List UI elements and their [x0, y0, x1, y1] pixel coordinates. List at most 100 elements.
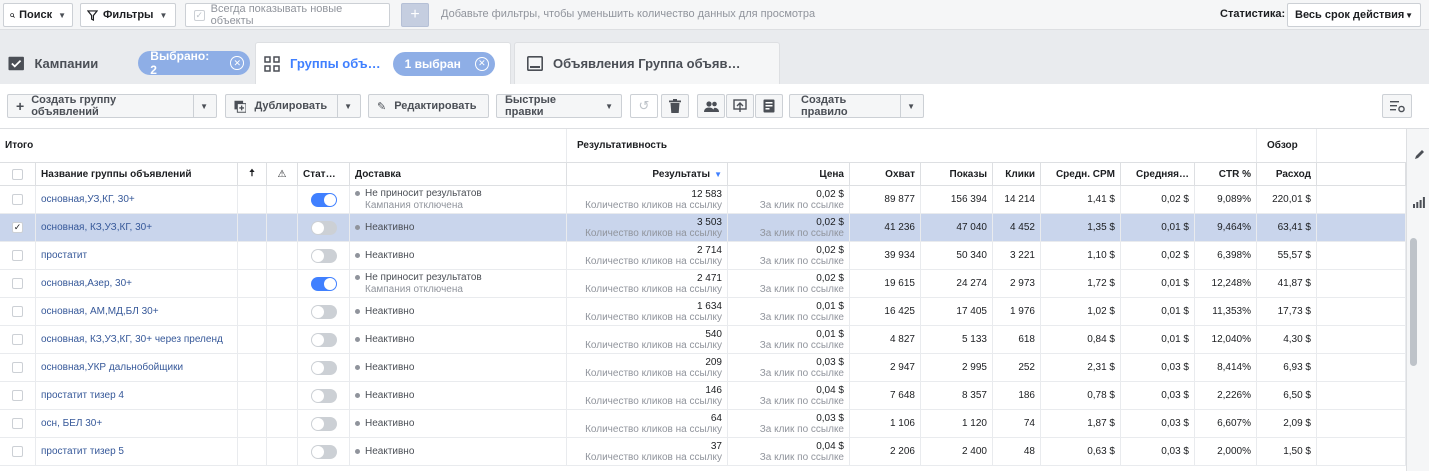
adset-name-link[interactable]: простатит — [41, 250, 87, 261]
status-toggle[interactable] — [310, 276, 337, 291]
vertical-scrollbar[interactable] — [1410, 238, 1417, 366]
col-delivery[interactable]: Доставка — [350, 163, 567, 185]
report-button[interactable] — [755, 94, 783, 118]
status-toggle[interactable] — [310, 444, 337, 459]
adset-name-link[interactable]: основная,УЗ,КГ, 30+ — [41, 194, 135, 205]
columns-settings-button[interactable] — [1382, 94, 1412, 118]
col-ctr[interactable]: CTR % — [1195, 163, 1257, 185]
avg-value: 0,02 $ — [1161, 250, 1189, 261]
col-spend[interactable]: Расход — [1257, 163, 1317, 185]
row-checkbox[interactable] — [12, 278, 23, 289]
row-checkbox[interactable] — [12, 418, 23, 429]
chevron-down-icon[interactable]: ▼ — [907, 102, 915, 111]
close-icon[interactable]: ✕ — [474, 56, 489, 71]
row-checkbox[interactable] — [12, 306, 23, 317]
delete-button[interactable] — [661, 94, 689, 118]
adsets-selected-pill[interactable]: 1 выбран ✕ — [392, 51, 495, 76]
campaigns-selected-pill[interactable]: Выбрано: 2 ✕ — [138, 49, 250, 77]
col-reach[interactable]: Охват — [850, 163, 921, 185]
filters-button[interactable]: Фильтры ▼ — [80, 3, 176, 27]
adset-name-link[interactable]: основная, КЗ,УЗ,КГ, 30+ — [41, 222, 152, 233]
tab-ads[interactable]: Объявления Группа объяв… — [514, 42, 780, 84]
adset-name-link[interactable]: простатит тизер 4 — [41, 390, 124, 401]
tab-adsets[interactable]: Группы объ… 1 выбран ✕ — [255, 42, 511, 84]
table-row[interactable]: ✓ основная, КЗ,УЗ,КГ, 30+ Неактивно 3 503 Ко… — [0, 214, 1406, 242]
duplicate-label: Дублировать — [254, 100, 328, 112]
status-toggle[interactable] — [310, 220, 337, 235]
table-row[interactable]: осн, БЕЛ 30+ Неактивно 64 Количество кликов… — [0, 410, 1406, 438]
adset-name-link[interactable]: осн, БЕЛ 30+ — [41, 418, 102, 429]
adset-name-link[interactable]: основная, КЗ,УЗ,КГ, 30+ через преленд — [41, 334, 223, 345]
row-checkbox[interactable] — [12, 362, 23, 373]
cpm-value: 2,31 $ — [1087, 362, 1115, 373]
table-row[interactable]: простатит Неактивно 2 714 Количество кликов… — [0, 242, 1406, 270]
create-adset-button[interactable]: + Создать группу объявлений ▼ — [7, 94, 217, 118]
stats-period-select[interactable]: Весь срок действия ▼ — [1287, 3, 1421, 27]
tab-campaigns[interactable]: Кампании Выбрано: 2 ✕ — [0, 42, 250, 84]
chevron-down-icon[interactable]: ▼ — [200, 102, 208, 111]
adset-name-link[interactable]: основная, АМ,МД,БЛ 30+ — [41, 306, 159, 317]
close-icon[interactable]: ✕ — [230, 56, 244, 70]
duplicate-button[interactable]: Дублировать ▼ — [225, 94, 361, 118]
table-row[interactable]: простатит тизер 5 Неактивно 37 Количество к… — [0, 438, 1406, 466]
undo-button[interactable]: ↺ — [630, 94, 658, 118]
status-toggle[interactable] — [310, 416, 337, 431]
ab-test-button[interactable] — [726, 94, 754, 118]
table-row[interactable]: основная, КЗ,УЗ,КГ, 30+ через преленд Неа… — [0, 326, 1406, 354]
table-row[interactable]: основная, АМ,МД,БЛ 30+ Неактивно 1 634 Коли… — [0, 298, 1406, 326]
status-toggle[interactable] — [310, 360, 337, 375]
band-total: Итого — [0, 129, 567, 162]
row-checkbox-checked[interactable]: ✓ — [12, 222, 23, 233]
price-value: 0,02 $ — [816, 188, 844, 200]
col-price[interactable]: Цена — [728, 163, 850, 185]
table-row[interactable]: основная,Азер, 30+ Не приносит результато… — [0, 270, 1406, 298]
ctr-value: 6,398% — [1217, 250, 1251, 261]
quick-edit-button[interactable]: Быстрые правки ▼ — [496, 94, 622, 118]
edit-button[interactable]: ✎ Редактировать — [368, 94, 489, 118]
col-status[interactable]: Стат… — [298, 163, 350, 185]
col-cpm[interactable]: Средн. CPM — [1041, 163, 1121, 185]
results-type: Количество кликов на ссылку — [585, 227, 722, 239]
pencil-icon[interactable] — [1414, 149, 1425, 160]
col-avg[interactable]: Средняя… — [1121, 163, 1195, 185]
row-checkbox[interactable] — [12, 250, 23, 261]
adset-name-link[interactable]: простатит тизер 5 — [41, 446, 124, 457]
status-toggle[interactable] — [310, 388, 337, 403]
chevron-down-icon[interactable]: ▼ — [344, 102, 352, 111]
row-checkbox[interactable] — [12, 194, 23, 205]
reach-value: 41 236 — [884, 222, 915, 233]
clicks-value: 1 976 — [1009, 306, 1035, 317]
col-clicks[interactable]: Клики — [993, 163, 1041, 185]
table-row[interactable]: основная,УЗ,КГ, 30+ Не приносит результат… — [0, 186, 1406, 214]
sort-icon[interactable]: 🠅 — [238, 163, 267, 185]
always-show-toggle[interactable]: ✓ Всегда показывать новые объекты — [185, 3, 390, 27]
add-filter-button[interactable]: + — [401, 3, 429, 27]
ctr-value: 2,226% — [1217, 390, 1251, 401]
create-rule-button[interactable]: Создать правило ▼ — [789, 94, 924, 118]
clicks-value: 48 — [1023, 446, 1035, 457]
reach-value: 7 648 — [889, 390, 915, 401]
status-toggle[interactable] — [310, 248, 337, 263]
bar-chart-icon[interactable] — [1413, 197, 1425, 208]
status-toggle[interactable] — [310, 192, 337, 207]
adset-name-link[interactable]: основная,УКР дальнобойщики — [41, 362, 183, 373]
status-toggle[interactable] — [310, 304, 337, 319]
select-all-checkbox[interactable] — [12, 168, 23, 180]
table-row[interactable]: простатит тизер 4 Неактивно 146 Количество … — [0, 382, 1406, 410]
row-checkbox[interactable] — [12, 446, 23, 457]
audience-button[interactable] — [697, 94, 725, 118]
search-button[interactable]: Поиск ▼ — [3, 3, 73, 27]
reach-value: 89 877 — [884, 194, 915, 205]
status-toggle[interactable] — [310, 332, 337, 347]
col-name[interactable]: Название группы объявлений — [36, 163, 238, 185]
delivery-status: Неактивно — [355, 250, 414, 262]
table-row[interactable]: основная,УКР дальнобойщики Неактивно 209 Ко… — [0, 354, 1406, 382]
price-type: За клик по ссылке — [759, 339, 844, 351]
row-checkbox[interactable] — [12, 334, 23, 345]
row-checkbox[interactable] — [12, 390, 23, 401]
col-results[interactable]: Результаты ▼ — [567, 163, 728, 185]
col-impressions[interactable]: Показы — [921, 163, 993, 185]
price-value: 0,03 $ — [816, 412, 844, 424]
pencil-icon: ✎ — [377, 100, 387, 113]
adset-name-link[interactable]: основная,Азер, 30+ — [41, 278, 132, 289]
